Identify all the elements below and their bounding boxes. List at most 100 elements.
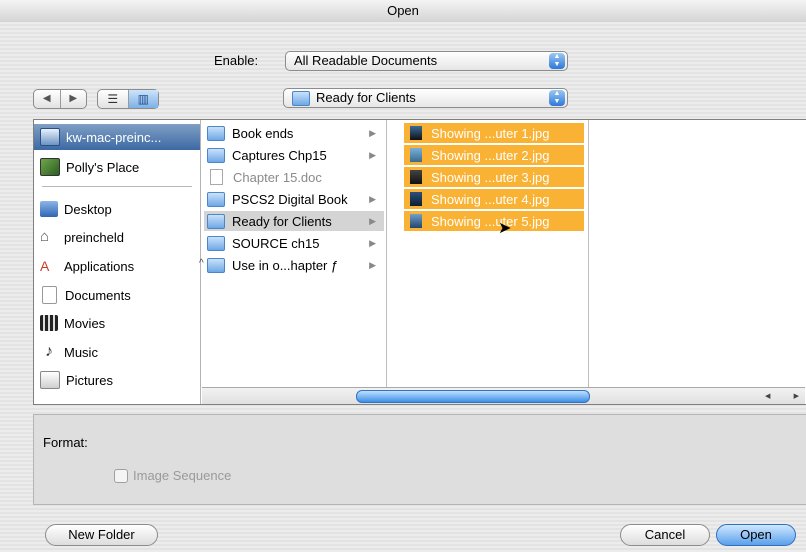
image-thumbnail-icon (410, 148, 422, 162)
sidebar-item-label: preincheld (64, 229, 124, 245)
list-item-selected[interactable]: Showing ...uter 3.jpg (404, 167, 584, 187)
dialog-body: Enable: All Readable Documents ▲ ▼ ◀ ▶ ☰ … (0, 22, 806, 552)
folder-icon (207, 147, 225, 163)
sidebar-item-computer[interactable]: kw-mac-preinc... (34, 124, 200, 150)
disclosure-arrow-icon: ▶ (369, 193, 376, 204)
list-item[interactable]: PSCS2 Digital Book ▶ (204, 189, 384, 209)
window-title: Open (0, 0, 806, 23)
sidebar-item-documents[interactable]: Documents (34, 282, 200, 308)
sidebar-item-pollys-place[interactable]: Polly's Place (34, 154, 200, 180)
list-item[interactable]: Chapter 15.doc (204, 167, 384, 187)
folder-icon (207, 235, 225, 251)
list-item[interactable]: SOURCE ch15 ▶ (204, 233, 384, 253)
folder-icon (207, 125, 225, 141)
sidebar-item-label: Music (64, 344, 98, 360)
file-browser: kw-mac-preinc... Polly's Place Desktop ⌂… (33, 119, 806, 405)
scroll-arrows[interactable]: ◀ ▶ (765, 390, 799, 402)
item-label: Showing ...uter 5.jpg (431, 213, 550, 229)
list-view-icon[interactable]: ☰ (98, 90, 128, 108)
image-thumbnail-icon (410, 192, 422, 206)
sidebar-item-label: Polly's Place (66, 159, 140, 175)
column-view-icon[interactable]: ▥ (127, 90, 158, 108)
list-item[interactable]: Use in o...hapter ƒ ▶ (204, 255, 384, 275)
folder-icon (207, 257, 225, 273)
disclosure-arrow-icon: ▶ (369, 259, 376, 270)
mouse-pointer-icon: ➤ (498, 220, 512, 237)
applications-icon: A (40, 258, 50, 274)
enable-label: Enable: (214, 53, 259, 68)
item-label: Showing ...uter 1.jpg (431, 125, 550, 141)
sidebar-item-applications[interactable]: A Applications (34, 253, 200, 279)
sidebar-item-label: Documents (65, 287, 131, 303)
item-label: Chapter 15.doc (233, 169, 322, 185)
format-label: Format: (43, 435, 88, 450)
sidebar-item-label: Pictures (66, 372, 113, 388)
new-folder-button[interactable]: New Folder (45, 524, 158, 546)
pictures-icon (40, 371, 60, 389)
enable-popup[interactable]: All Readable Documents ▲ ▼ (285, 51, 568, 71)
format-panel: Format: Image Sequence (33, 414, 806, 505)
browser-column-3 (590, 120, 790, 388)
image-sequence-checkbox[interactable]: Image Sequence (114, 468, 231, 483)
image-thumbnail-icon (410, 170, 422, 184)
sidebar-item-movies[interactable]: Movies (34, 310, 200, 336)
item-label: Ready for Clients (232, 213, 332, 229)
sidebar-item-pictures[interactable]: Pictures (34, 367, 200, 393)
item-label: PSCS2 Digital Book (232, 191, 348, 207)
popup-arrows-icon: ▲ ▼ (549, 90, 565, 106)
movies-icon (40, 315, 58, 331)
image-sequence-label: Image Sequence (133, 468, 232, 483)
scroll-right-icon[interactable]: ▶ (794, 392, 799, 400)
open-button[interactable]: Open (716, 524, 796, 546)
folder-icon (207, 191, 225, 207)
folder-icon (292, 91, 310, 107)
cancel-button[interactable]: Cancel (620, 524, 710, 546)
list-item-selected[interactable]: Ready for Clients ▶ (204, 211, 384, 231)
location-popup[interactable]: Ready for Clients ▲ ▼ (283, 88, 568, 108)
sidebar-item-label: Desktop (64, 201, 112, 217)
list-item-selected[interactable]: Showing ...uter 1.jpg (404, 123, 584, 143)
item-label: Showing ...uter 4.jpg (431, 191, 550, 207)
disclosure-arrow-icon: ▶ (369, 127, 376, 138)
scroll-left-icon[interactable]: ◀ (765, 392, 770, 400)
disclosure-arrow-icon: ▶ (369, 215, 376, 226)
item-label: Captures Chp15 (232, 147, 327, 163)
browser-column-2: Showing ...uter 1.jpg Showing ...uter 2.… (402, 120, 589, 388)
back-arrow-icon[interactable]: ◀ (34, 90, 60, 108)
item-label: Showing ...uter 2.jpg (431, 147, 550, 163)
document-icon (210, 169, 223, 185)
folder-icon (207, 213, 225, 229)
image-thumbnail-icon (410, 214, 422, 228)
sidebar-item-home[interactable]: ⌂ preincheld (34, 224, 200, 250)
item-label: Book ends (232, 125, 294, 141)
horizontal-scrollbar[interactable]: ◀ ▶ (202, 387, 805, 404)
view-switch-control[interactable]: ☰ ▥ (97, 89, 159, 109)
sidebar-item-label: Applications (64, 258, 135, 274)
sidebar-item-desktop[interactable]: Desktop (34, 196, 200, 222)
sidebar-divider (42, 186, 192, 187)
disclosure-arrow-icon: ▶ (369, 149, 376, 160)
back-forward-control[interactable]: ◀ ▶ (33, 89, 87, 109)
item-label: SOURCE ch15 (232, 235, 320, 251)
list-item[interactable]: Captures Chp15 ▶ (204, 145, 384, 165)
documents-icon (42, 286, 57, 304)
forward-arrow-icon[interactable]: ▶ (59, 90, 87, 108)
checkbox-icon[interactable] (114, 468, 128, 483)
image-thumbnail-icon (410, 126, 422, 140)
list-item-selected[interactable]: Showing ...uter 2.jpg (404, 145, 584, 165)
list-item-selected[interactable]: Showing ...uter 4.jpg (404, 189, 584, 209)
music-icon: ♪ (45, 343, 53, 360)
home-icon: ⌂ (40, 228, 50, 245)
popup-arrows-icon: ▲ ▼ (549, 53, 565, 69)
disclosure-arrow-icon: ▶ (369, 237, 376, 248)
sidebar-item-label: Movies (64, 315, 106, 331)
enable-popup-value: All Readable Documents (294, 53, 438, 68)
list-item[interactable]: Book ends ▶ (204, 123, 384, 143)
location-popup-value: Ready for Clients (316, 90, 416, 105)
sidebar-item-music[interactable]: ♪ Music (34, 339, 200, 365)
sidebar: kw-mac-preinc... Polly's Place Desktop ⌂… (34, 120, 201, 404)
scroll-thumb[interactable] (356, 390, 590, 403)
list-item-selected[interactable]: Showing ...uter 5.jpg (404, 211, 584, 231)
computer-icon (40, 128, 60, 146)
network-volume-icon (40, 158, 60, 176)
